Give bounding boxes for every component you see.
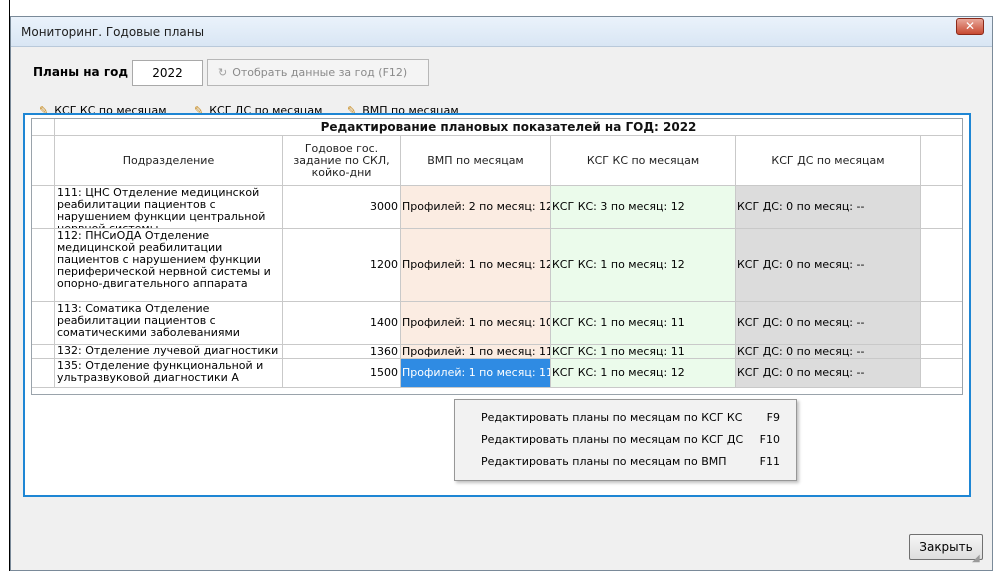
cell-ksg-ds[interactable]: КСГ ДС: 0 по месяц: -- xyxy=(736,345,921,359)
cell-state-task[interactable]: 1360 xyxy=(283,345,401,359)
cell-state-task[interactable]: 3000 xyxy=(283,186,401,229)
header-ksg-ks[interactable]: КСГ КС по месяцам xyxy=(551,136,736,186)
menu-item-label: Редактировать планы по месяцам по КСГ КС xyxy=(481,411,743,424)
cell-state-task[interactable]: 1500 xyxy=(283,359,401,388)
row-indicator[interactable] xyxy=(32,345,55,359)
cell-filler xyxy=(921,345,962,359)
cell-ksg-ds[interactable]: КСГ ДС: 0 по месяц: -- xyxy=(736,229,921,302)
cell-state-task[interactable]: 1200 xyxy=(283,229,401,302)
header-filler xyxy=(921,136,962,186)
cell-department[interactable]: 113: Соматика Отделение реабилитации пац… xyxy=(55,302,283,345)
cell-department[interactable]: 111: ЦНС Отделение медицинской реабилита… xyxy=(55,186,283,229)
header-vmp[interactable]: ВМП по месяцам xyxy=(401,136,551,186)
outer-edge xyxy=(0,0,10,571)
cell-vmp[interactable]: Профилей: 1 по месяц: 11 xyxy=(401,345,551,359)
cell-filler xyxy=(921,229,962,302)
menu-item-edit-ksg-ds[interactable]: Редактировать планы по месяцам по КСГ ДС… xyxy=(457,430,794,450)
header-ksg-ds[interactable]: КСГ ДС по месяцам xyxy=(736,136,921,186)
close-icon[interactable]: ✕ xyxy=(956,18,984,35)
row-indicator[interactable] xyxy=(32,359,55,388)
load-data-button-label: Отобрать данные за год (F12) xyxy=(232,66,408,79)
row-indicator[interactable] xyxy=(32,186,55,229)
cell-state-task[interactable]: 1400 xyxy=(283,302,401,345)
plans-year-label: Планы на год xyxy=(33,65,129,79)
cell-department[interactable]: 112: ПНСиОДА Отделение медицинской реаби… xyxy=(55,229,283,302)
menu-item-edit-ksg-ks[interactable]: Редактировать планы по месяцам по КСГ КС… xyxy=(457,408,794,428)
year-input[interactable]: 2022 xyxy=(132,60,203,86)
cell-ksg-ds[interactable]: КСГ ДС: 0 по месяц: -- xyxy=(736,359,921,388)
menu-item-label: Редактировать планы по месяцам по КСГ ДС xyxy=(481,433,744,446)
indicator-header xyxy=(32,136,55,186)
cell-vmp[interactable]: Профилей: 1 по месяц: 10 xyxy=(401,302,551,345)
cell-vmp-selected[interactable]: Профилей: 1 по месяц: 11 xyxy=(401,359,551,388)
indicator-corner xyxy=(32,119,55,136)
cell-vmp[interactable]: Профилей: 2 по месяц: 12 xyxy=(401,186,551,229)
cell-ksg-ks[interactable]: КСГ КС: 1 по месяц: 11 xyxy=(551,302,736,345)
load-data-button[interactable]: ↻ Отобрать данные за год (F12) xyxy=(207,59,429,86)
context-menu: Редактировать планы по месяцам по КСГ КС… xyxy=(454,399,797,481)
cell-ksg-ks[interactable]: КСГ КС: 1 по месяц: 11 xyxy=(551,345,736,359)
grid-band-title: Редактирование плановых показателей на Г… xyxy=(55,119,962,136)
row-indicator[interactable] xyxy=(32,229,55,302)
window-title: Мониторинг. Годовые планы xyxy=(21,25,205,39)
menu-item-shortcut: F10 xyxy=(759,433,780,446)
cell-vmp[interactable]: Профилей: 1 по месяц: 12 xyxy=(401,229,551,302)
cell-ksg-ks[interactable]: КСГ КС: 1 по месяц: 12 xyxy=(551,229,736,302)
cell-department[interactable]: 135: Отделение функциональной и ультразв… xyxy=(55,359,283,388)
header-state-task[interactable]: Годовое гос. задание по СКЛ, койко-дни xyxy=(283,136,401,186)
menu-item-label: Редактировать планы по месяцам по ВМП xyxy=(481,455,727,468)
cell-filler xyxy=(921,359,962,388)
cell-department[interactable]: 132: Отделение лучевой диагностики А xyxy=(55,345,283,359)
cell-ksg-ds[interactable]: КСГ ДС: 0 по месяц: -- xyxy=(736,186,921,229)
menu-item-shortcut: F11 xyxy=(759,455,780,468)
cell-ksg-ks[interactable]: КСГ КС: 3 по месяц: 12 xyxy=(551,186,736,229)
refresh-icon: ↻ xyxy=(218,66,228,79)
cell-ksg-ks[interactable]: КСГ КС: 1 по месяц: 12 xyxy=(551,359,736,388)
plans-grid[interactable]: Редактирование плановых показателей на Г… xyxy=(31,118,963,395)
title-bar: Мониторинг. Годовые планы ✕ xyxy=(11,17,992,47)
cell-ksg-ds[interactable]: КСГ ДС: 0 по месяц: -- xyxy=(736,302,921,345)
cell-filler xyxy=(921,302,962,345)
row-indicator[interactable] xyxy=(32,302,55,345)
menu-item-shortcut: F9 xyxy=(766,411,780,424)
menu-item-edit-vmp[interactable]: Редактировать планы по месяцам по ВМП F1… xyxy=(457,452,794,472)
cell-filler xyxy=(921,186,962,229)
resize-grip-icon[interactable]: ◢ xyxy=(972,553,986,567)
header-department[interactable]: Подразделение xyxy=(55,136,283,186)
